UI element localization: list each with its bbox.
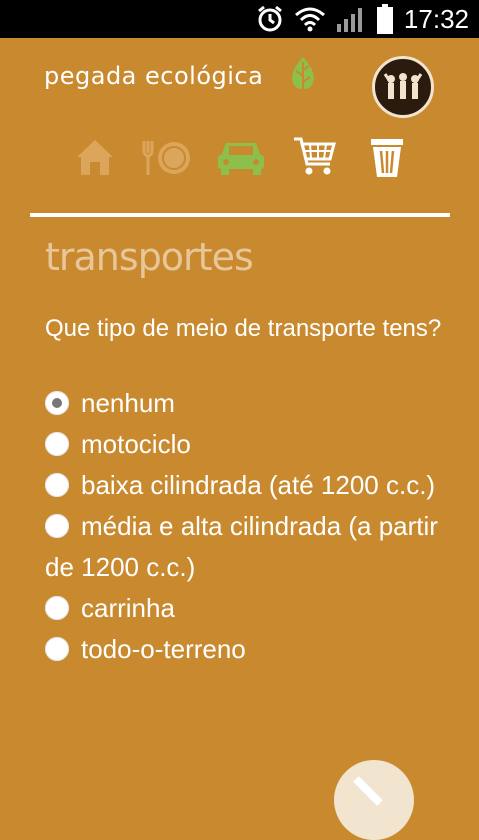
radio-button-selected[interactable]	[45, 391, 69, 416]
option-label: média e alta cilindrada (a partir de 120…	[45, 511, 438, 582]
header-divider	[30, 213, 450, 217]
option-carrinha[interactable]: carrinha	[45, 588, 465, 629]
option-label: baixa cilindrada (até 1200 c.c.)	[81, 470, 436, 500]
radio-button[interactable]	[45, 596, 69, 621]
nav-food[interactable]	[140, 133, 196, 181]
option-media-alta-cilindrada[interactable]: média e alta cilindrada (a partir de 120…	[45, 506, 465, 588]
house-icon	[77, 140, 113, 175]
section-title: transportes	[45, 235, 254, 279]
next-button[interactable]	[334, 760, 414, 840]
status-bar: 17:32	[0, 0, 479, 38]
profile-avatar[interactable]	[372, 56, 434, 118]
nav-shopping[interactable]	[292, 133, 338, 181]
status-time: 17:32	[403, 3, 469, 34]
car-icon	[218, 143, 264, 175]
question-text: Que tipo de meio de transporte tens?	[45, 315, 442, 342]
category-nav	[0, 133, 479, 181]
leaf-icon	[287, 56, 319, 96]
nav-home[interactable]	[72, 133, 118, 181]
people-icon	[383, 73, 423, 99]
radio-button[interactable]	[45, 514, 69, 539]
plate-icon	[142, 141, 190, 175]
option-nenhum[interactable]: nenhum	[45, 383, 465, 424]
option-label: carrinha	[81, 593, 175, 623]
option-label: motociclo	[81, 429, 191, 459]
transport-options: nenhum motociclo baixa cilindrada (até 1…	[45, 383, 465, 670]
option-todo-o-terreno[interactable]: todo-o-terreno	[45, 629, 465, 670]
wifi-icon	[294, 5, 326, 33]
option-motociclo[interactable]: motociclo	[45, 424, 465, 465]
option-label: nenhum	[81, 388, 175, 418]
option-label: todo-o-terreno	[81, 634, 246, 664]
cart-icon	[294, 137, 336, 175]
trash-icon	[371, 139, 403, 177]
battery-icon	[376, 4, 394, 34]
radio-button[interactable]	[45, 473, 69, 498]
radio-button[interactable]	[45, 637, 69, 662]
nav-waste[interactable]	[368, 133, 406, 181]
pencil-icon	[353, 776, 383, 806]
alarm-icon	[256, 5, 284, 33]
signal-icon	[336, 6, 366, 32]
status-icons: 17:32	[256, 0, 479, 38]
nav-transport[interactable]	[216, 133, 266, 181]
radio-button[interactable]	[45, 432, 69, 457]
app-brand: pegada ecológica	[44, 62, 264, 90]
option-baixa-cilindrada[interactable]: baixa cilindrada (até 1200 c.c.)	[45, 465, 465, 506]
